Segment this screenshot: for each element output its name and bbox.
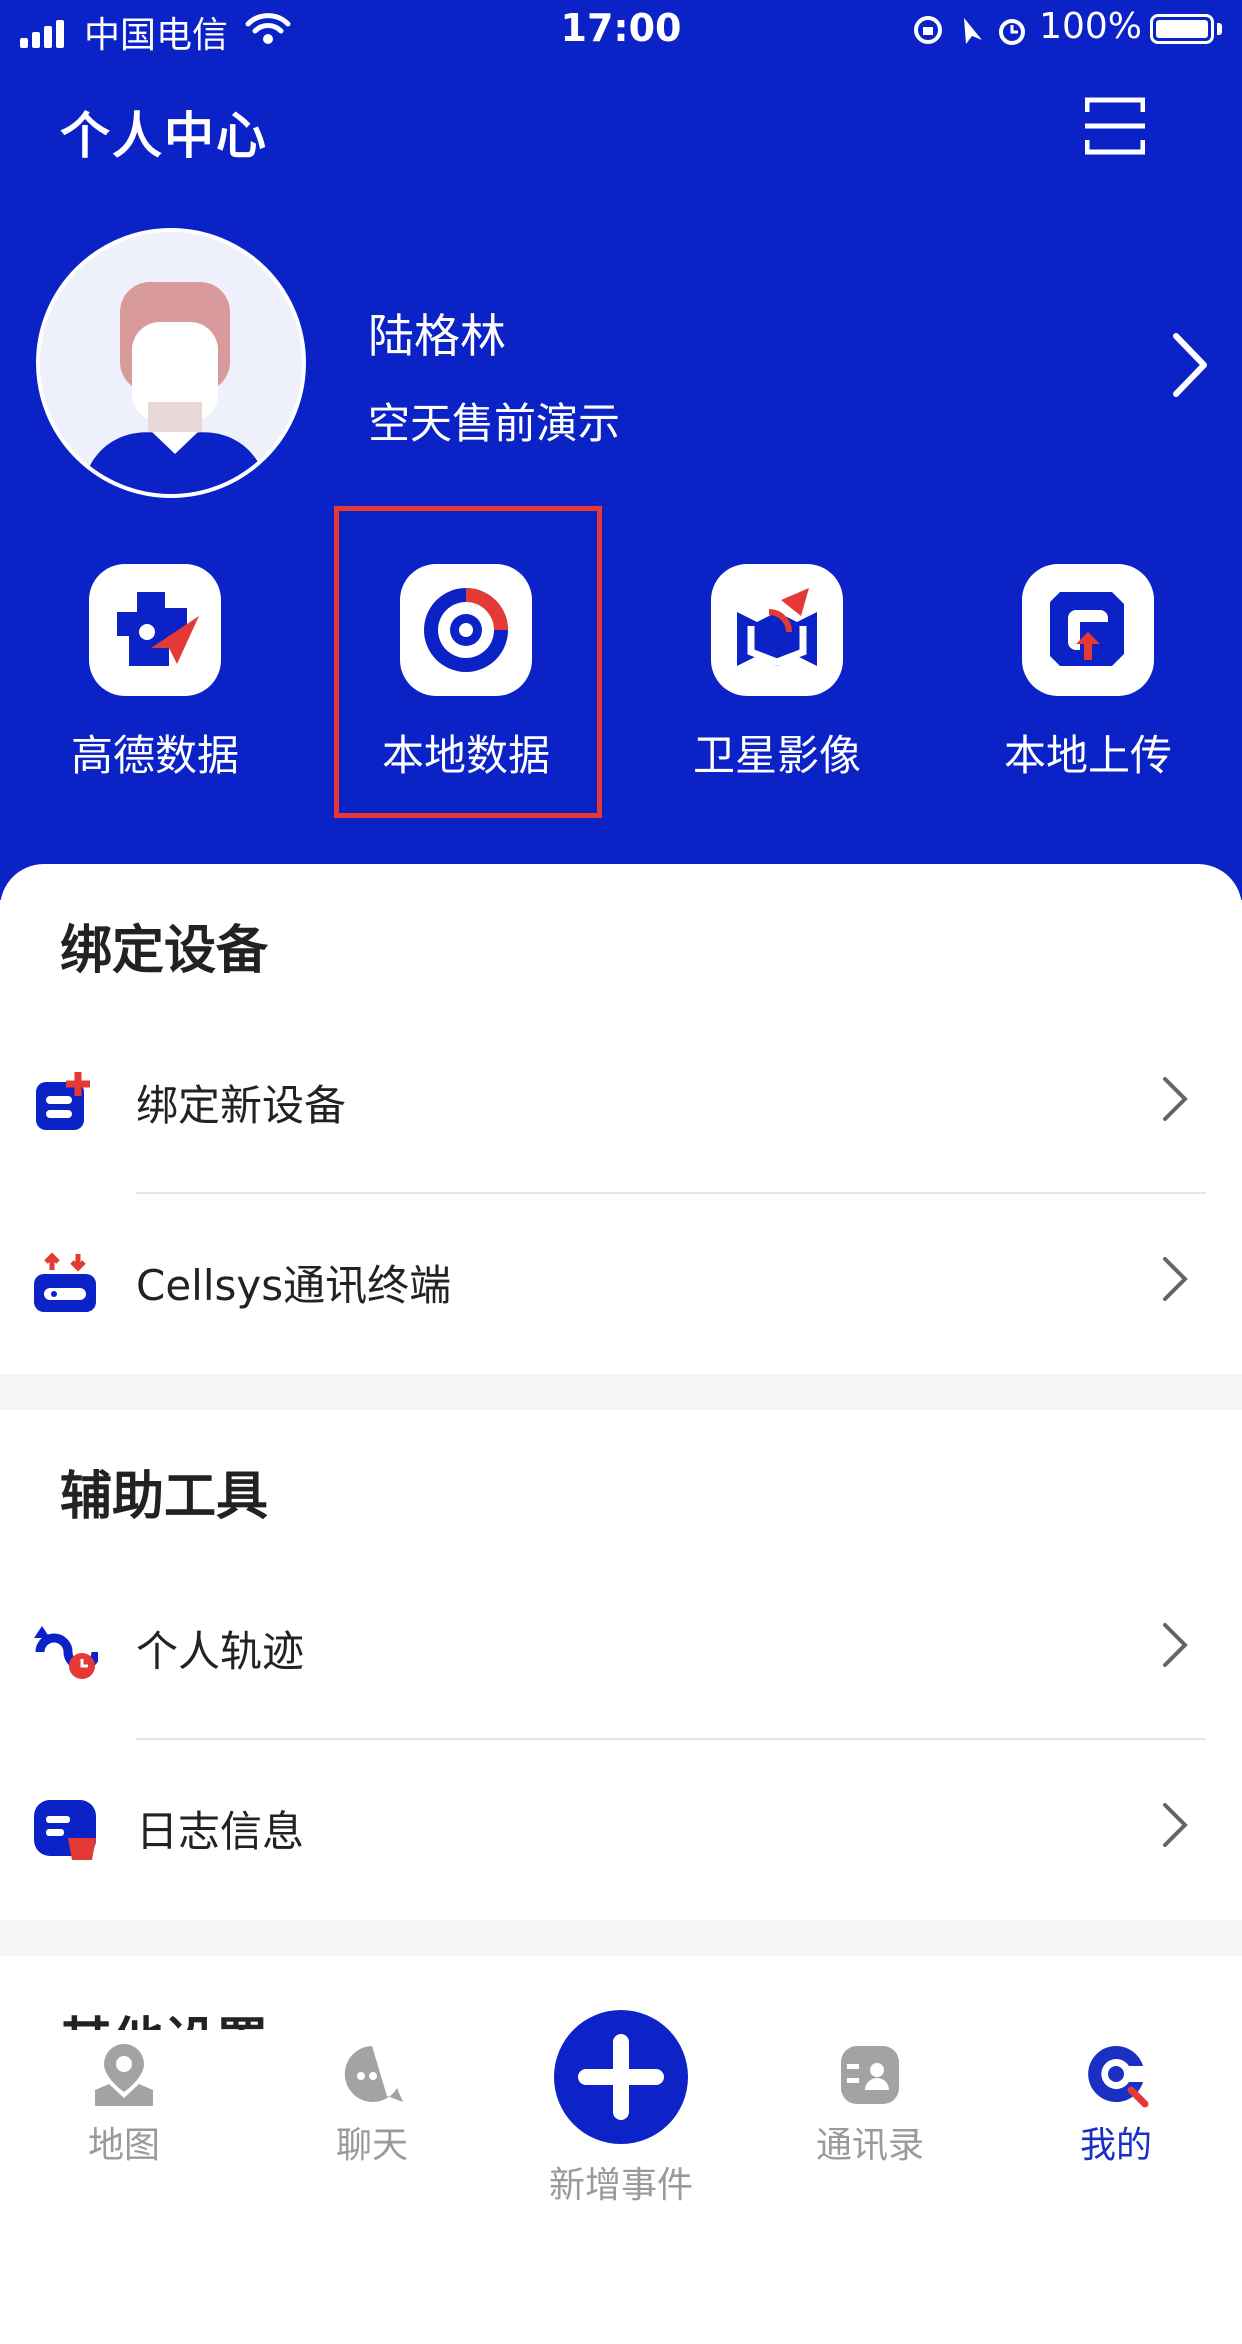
map-pin-icon [95,2044,153,2106]
log-icon [34,1800,96,1860]
plus-icon [578,2034,664,2120]
list-item-label: 日志信息 [136,1807,305,1856]
list-item-bind-new-device[interactable]: 绑定新设备 [0,1014,1242,1194]
section-title-aux-tools: 辅助工具 [60,1467,269,1527]
battery-icon [1150,14,1214,44]
quick-action-label: 本地上传 [1003,731,1172,780]
highlight-box [334,506,602,818]
scan-icon[interactable] [1085,96,1145,156]
tab-map[interactable]: 地图 [44,2040,204,2168]
page-title: 个人中心 [60,107,268,165]
profile-icon [1088,2045,1149,2108]
list-item-personal-track[interactable]: 个人轨迹 [0,1560,1242,1740]
list-item-label: 绑定新设备 [136,1081,347,1130]
profile-header: 中国电信 17:00 100% 个人中心 陆格林 空天售前演示 高德数据 本地数… [0,0,1242,900]
quick-action-tile [89,564,221,696]
avatar-illustration [81,282,269,494]
tab-mine[interactable]: 我的 [1036,2040,1196,2168]
add-event-label: 新增事件 [548,2165,693,2206]
chevron-right-icon [1163,1623,1188,1667]
quick-action-tile [1022,564,1154,696]
list-item-log-info[interactable]: 日志信息 [0,1740,1242,1920]
quick-action-tile [711,564,843,696]
section-title-bind-device: 绑定设备 [60,921,269,981]
quick-action-label: 卫星影像 [692,731,861,780]
chevron-right-icon [1163,1077,1188,1121]
tab-chat[interactable]: 聊天 [292,2040,452,2168]
terminal-icon [34,1252,96,1312]
battery-percentage: 100% [1039,6,1142,47]
tab-contacts[interactable]: 通讯录 [790,2040,950,2168]
list-item-cellsys-terminal[interactable]: Cellsys通讯终端 [0,1194,1242,1374]
section-gap [0,1920,1242,1956]
user-organization: 空天售前演示 [368,399,621,448]
tab-label: 聊天 [335,2125,408,2166]
profile-chevron-icon[interactable] [1170,330,1210,400]
avatar[interactable] [36,228,306,498]
section-gap [0,1374,1242,1410]
chat-icon [344,2046,403,2102]
gaode-data-icon [117,592,199,666]
chevron-right-icon [1163,1257,1188,1301]
list-item-label: 个人轨迹 [136,1627,305,1676]
status-bar: 中国电信 17:00 100% [0,0,1242,62]
contacts-icon [841,2046,899,2104]
quick-action-gaode-data[interactable]: 高德数据 [45,564,265,824]
tab-label: 我的 [1079,2125,1152,2166]
tab-label: 地图 [87,2125,160,2166]
chevron-right-icon [1163,1803,1188,1847]
tab-label: 通讯录 [815,2125,924,2166]
user-name: 陆格林 [368,309,506,363]
track-icon [34,1626,98,1679]
bind-device-icon [36,1072,90,1130]
local-upload-icon [1050,592,1124,666]
quick-action-label: 高德数据 [70,731,239,780]
list-item-label: Cellsys通讯终端 [136,1261,452,1310]
quick-action-local-upload[interactable]: 本地上传 [978,564,1198,824]
battery-cap [1217,23,1222,35]
add-event-button[interactable] [554,2010,688,2144]
status-icons [914,16,1025,45]
satellite-image-icon [737,588,817,666]
quick-action-satellite-image[interactable]: 卫星影像 [667,564,887,824]
